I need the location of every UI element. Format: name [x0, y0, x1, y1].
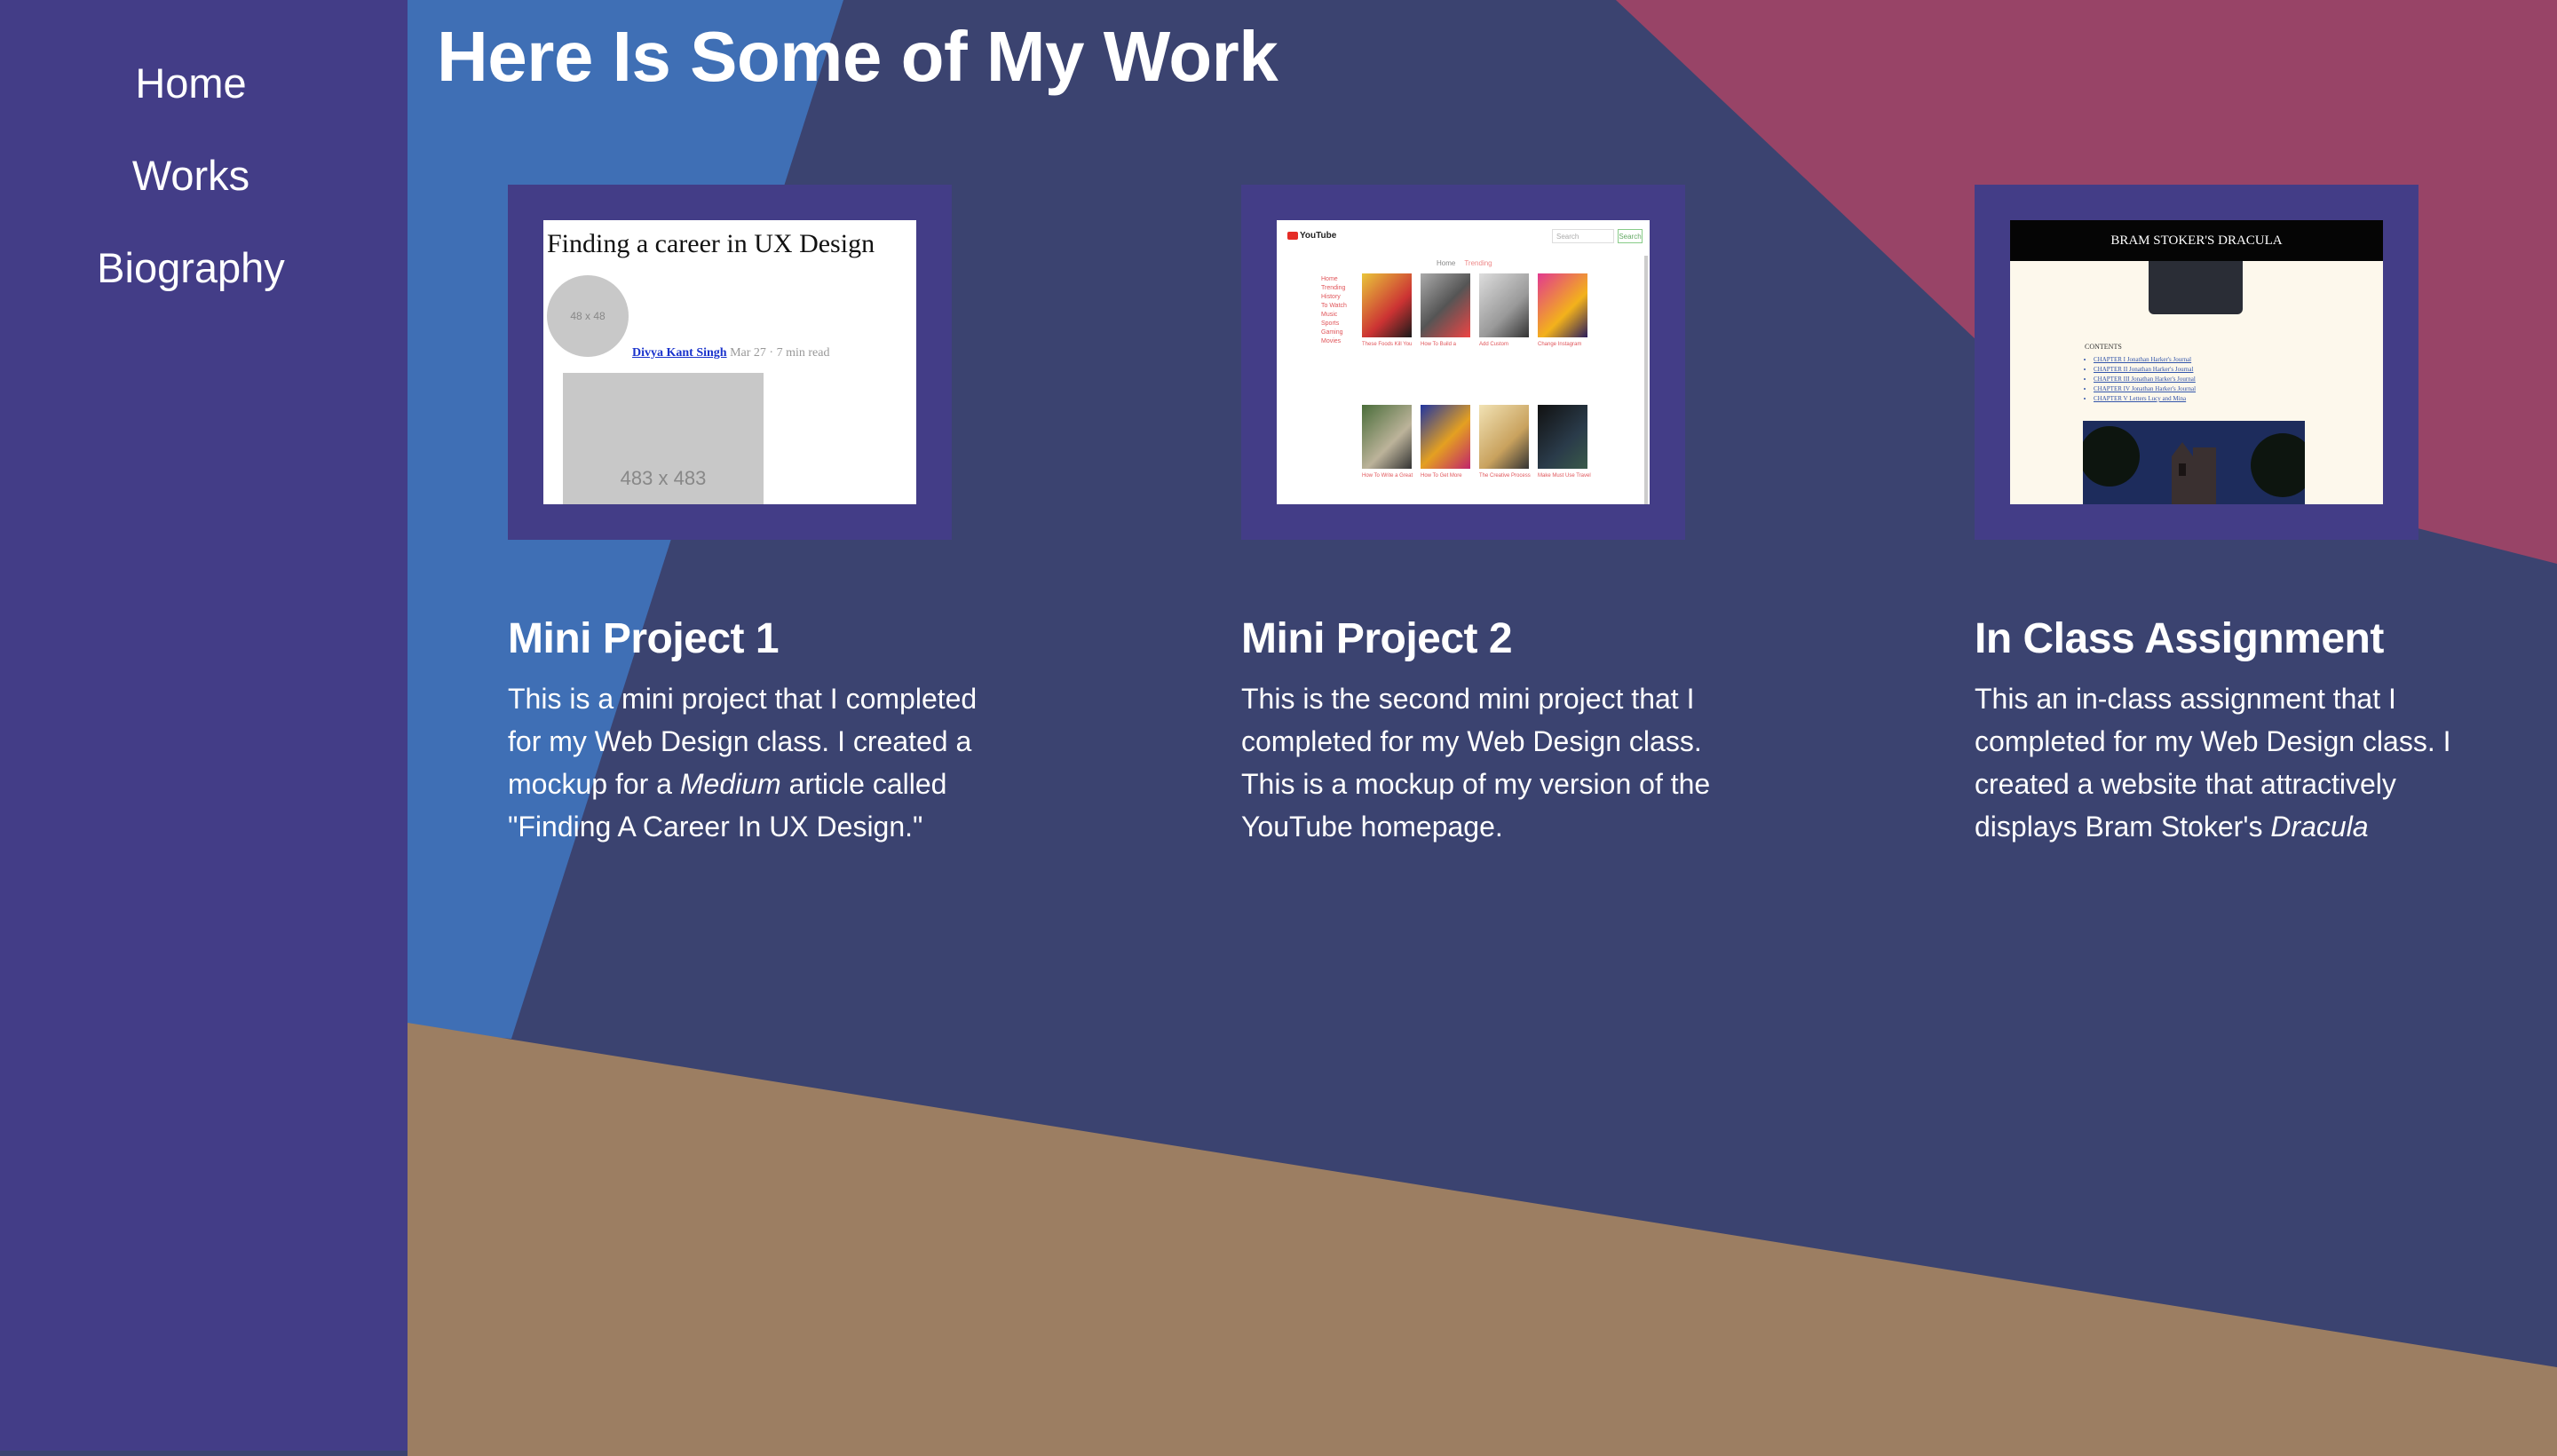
- thumb-video-caption: Make Must Use Travel: [1538, 473, 1591, 479]
- thumb-sidebar-item: To Watch: [1321, 303, 1347, 309]
- thumb-video-tile: [1538, 273, 1587, 337]
- thumb-avatar-placeholder: 48 x 48: [547, 275, 629, 357]
- nav-home-link[interactable]: Home: [0, 57, 382, 110]
- thumb-author-name: Divya Kant Singh: [632, 346, 727, 360]
- nav-biography-link[interactable]: Biography: [0, 241, 382, 295]
- thumb-chapter-link: CHAPTER I Jonathan Harker's Journal: [2094, 355, 2196, 365]
- page-title: Here Is Some of My Work: [437, 17, 1278, 96]
- thumb-tabs: Home Trending: [1437, 259, 1492, 267]
- castle-illustration: [2083, 421, 2305, 504]
- thumb-tab-home: Home: [1437, 259, 1456, 267]
- project-description-emphasis: Medium: [679, 768, 781, 800]
- thumb-youtube-logo: YouTube: [1287, 231, 1336, 241]
- project-thumbnail-frame[interactable]: YouTube Search Search Home Trending Home …: [1241, 185, 1685, 540]
- nav-works-link[interactable]: Works: [0, 149, 382, 202]
- thumb-chapter-link: CHAPTER II Jonathan Harker's Journal: [2094, 365, 2196, 375]
- thumb-search-input: Search: [1552, 229, 1614, 243]
- thumb-video-caption: Add Custom: [1479, 342, 1509, 347]
- thumb-video-tile: [1362, 273, 1412, 337]
- thumb-chapter-link: CHAPTER V Letters Lucy and Mina: [2094, 394, 2196, 404]
- project-description: This an in-class assignment that I compl…: [1975, 677, 2472, 848]
- project-title: Mini Project 2: [1241, 615, 1513, 662]
- thumb-article-title: Finding a career in UX Design: [547, 229, 875, 258]
- thumb-video-caption: These Foods Kill You: [1362, 342, 1413, 347]
- play-icon: [1287, 231, 1298, 240]
- thumb-sidebar-item: Sports: [1321, 320, 1340, 327]
- sidebar-nav: Home Works Biography: [0, 0, 408, 1451]
- thumb-sidebar-item: Trending: [1321, 285, 1346, 291]
- dracula-mockup-thumbnail: BRAM STOKER'S DRACULA CONTENTS CHAPTER I…: [2010, 220, 2383, 504]
- thumb-dracula-header: BRAM STOKER'S DRACULA: [2010, 220, 2383, 261]
- thumb-video-tile: [1362, 405, 1412, 469]
- project-card-mini-project-1: Finding a career in UX Design 48 x 48 Di…: [508, 185, 1005, 848]
- thumb-book-image: [2149, 261, 2243, 314]
- project-description: This is a mini project that I completed …: [508, 677, 1005, 848]
- thumb-video-tile: [1479, 405, 1529, 469]
- thumb-chapter-link: CHAPTER III Jonathan Harker's Journal: [2094, 375, 2196, 384]
- thumb-author-meta: Mar 27 · 7 min read: [730, 346, 830, 360]
- thumb-logo-text: YouTube: [1300, 231, 1337, 241]
- project-thumbnail-frame[interactable]: BRAM STOKER'S DRACULA CONTENTS CHAPTER I…: [1975, 185, 2418, 540]
- thumb-video-tile: [1421, 405, 1470, 469]
- thumb-sidebar: Home Trending History To Watch Music Spo…: [1321, 275, 1347, 346]
- thumb-sidebar-item: Gaming: [1321, 329, 1343, 336]
- project-thumbnail-frame[interactable]: Finding a career in UX Design 48 x 48 Di…: [508, 185, 952, 540]
- thumb-sidebar-item: Home: [1321, 276, 1338, 282]
- project-description: This is the second mini project that I c…: [1241, 677, 1738, 848]
- thumb-video-caption: The Creative Process: [1479, 473, 1531, 479]
- project-description-text: This an in-class assignment that I compl…: [1975, 683, 2451, 843]
- thumb-chapter-link: CHAPTER IV Jonathan Harker's Journal: [2094, 384, 2196, 394]
- thumb-scrollbar: [1644, 256, 1648, 504]
- thumb-search-button: Search: [1618, 229, 1643, 243]
- thumb-video-caption: How To Build a: [1421, 342, 1456, 347]
- project-title: Mini Project 1: [508, 615, 780, 662]
- thumb-sidebar-item: History: [1321, 294, 1341, 300]
- thumb-sidebar-item: Music: [1321, 312, 1338, 318]
- medium-mockup-thumbnail: Finding a career in UX Design 48 x 48 Di…: [543, 220, 916, 504]
- thumb-video-tile: [1538, 405, 1587, 469]
- thumb-video-caption: How To Write a Great: [1362, 473, 1413, 479]
- thumb-video-tile: [1421, 273, 1470, 337]
- thumb-author-line: Divya Kant Singh Mar 27 · 7 min read: [632, 346, 829, 360]
- thumb-video-tile: [1479, 273, 1529, 337]
- youtube-mockup-thumbnail: YouTube Search Search Home Trending Home …: [1277, 220, 1650, 504]
- thumb-sidebar-item: Movies: [1321, 338, 1342, 344]
- thumb-tab-trending: Trending: [1464, 259, 1492, 267]
- thumb-image-size: 483 x 483: [620, 467, 707, 489]
- project-description-emphasis: Dracula: [2270, 811, 2369, 843]
- thumb-video-caption: How To Get More: [1421, 473, 1462, 479]
- project-description-text: This is the second mini project that I c…: [1241, 683, 1711, 843]
- project-card-in-class-assignment: BRAM STOKER'S DRACULA CONTENTS CHAPTER I…: [1975, 185, 2472, 848]
- thumb-chapter-list: CHAPTER I Jonathan Harker's Journal CHAP…: [2081, 355, 2196, 404]
- project-title: In Class Assignment: [1975, 615, 2384, 662]
- thumb-video-caption: Change Instagram: [1538, 342, 1582, 347]
- thumb-contents-label: CONTENTS: [2085, 343, 2122, 351]
- thumb-castle-photo: [2083, 421, 2305, 504]
- project-card-mini-project-2: YouTube Search Search Home Trending Home …: [1241, 185, 1738, 848]
- thumb-image-placeholder: 483 x 483: [563, 373, 764, 504]
